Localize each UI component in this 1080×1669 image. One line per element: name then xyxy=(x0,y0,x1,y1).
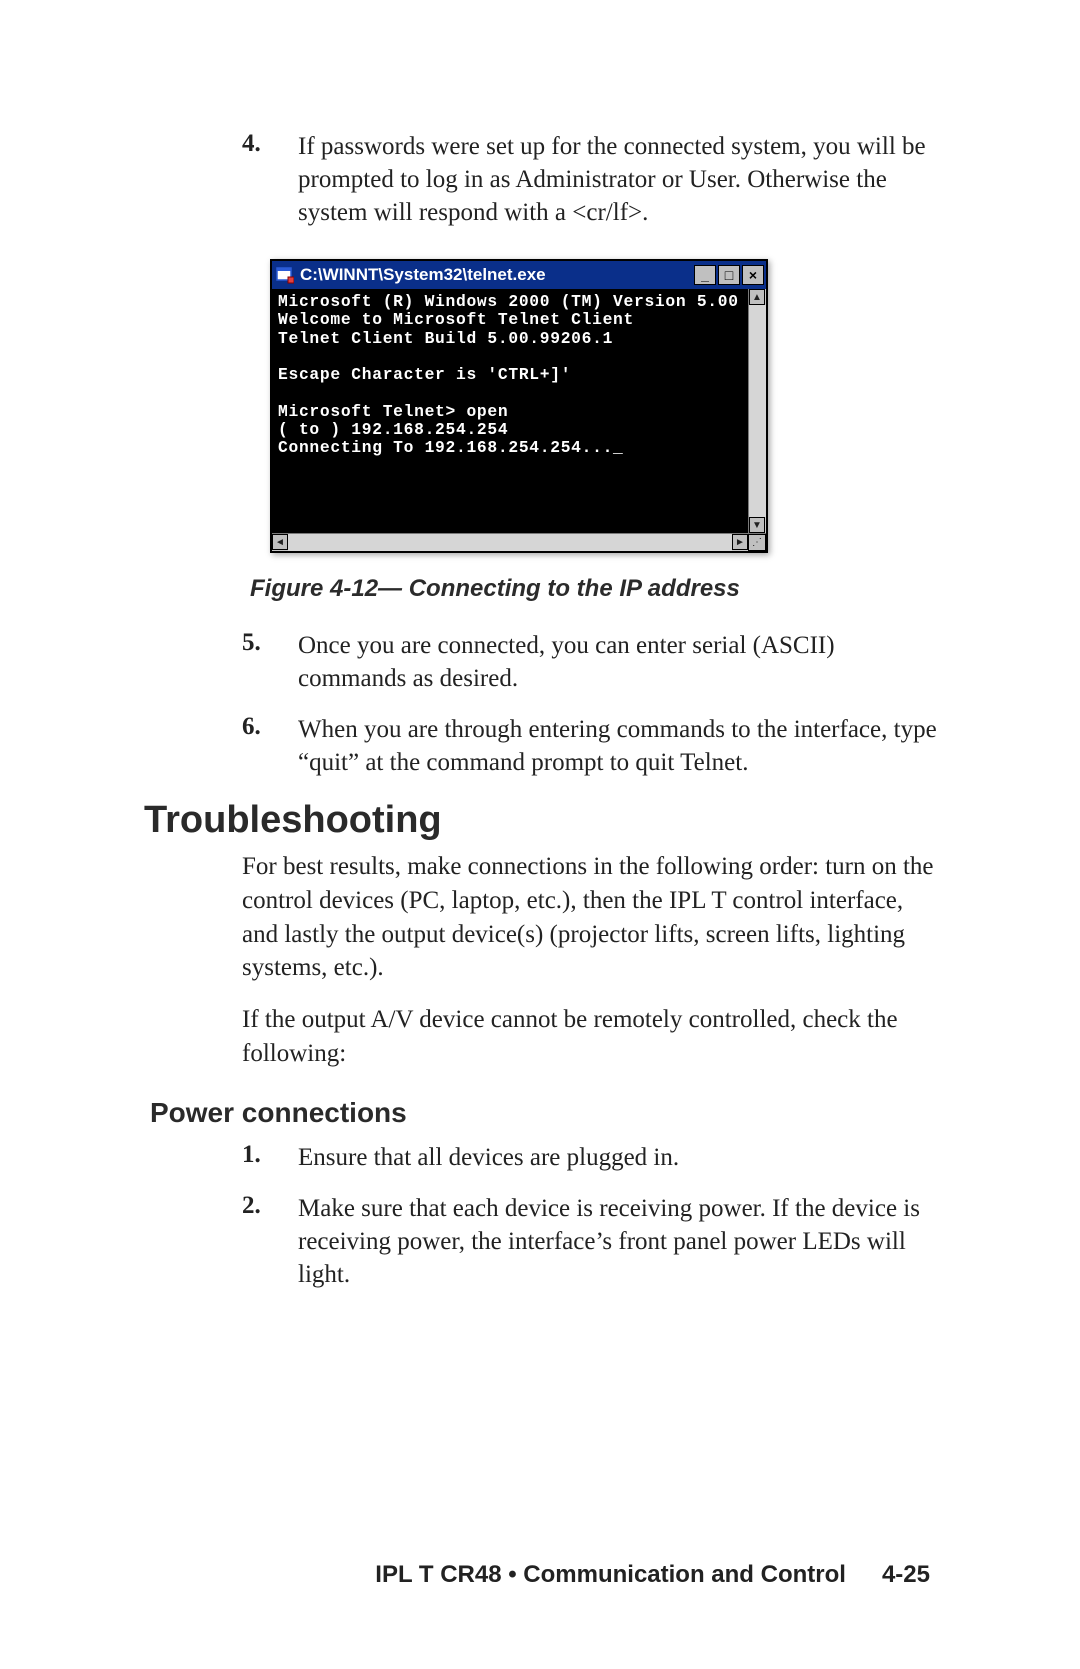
step-number: 1. xyxy=(242,1141,298,1174)
scroll-left-icon[interactable]: ◄ xyxy=(272,534,288,550)
minimize-button[interactable]: _ xyxy=(694,265,716,285)
horizontal-scrollbar[interactable]: ◄ ► ⋰ xyxy=(272,533,766,551)
footer-title: IPL T CR48 • Communication and Control xyxy=(375,1561,846,1589)
telnet-screenshot: C:\WINNT\System32\telnet.exe _ □ × Micro… xyxy=(270,259,768,553)
step-text: If passwords were set up for the connect… xyxy=(298,130,940,229)
scroll-up-icon[interactable]: ▲ xyxy=(749,289,765,305)
telnet-app-icon xyxy=(276,266,294,284)
footer-page-number: 4-25 xyxy=(882,1561,930,1589)
step-text: Ensure that all devices are plugged in. xyxy=(298,1141,940,1174)
window-titlebar: C:\WINNT\System32\telnet.exe _ □ × xyxy=(272,261,766,289)
scroll-down-icon[interactable]: ▼ xyxy=(749,517,765,533)
window-title: C:\WINNT\System32\telnet.exe xyxy=(300,265,694,285)
paragraph: For best results, make connections in th… xyxy=(242,850,940,985)
scroll-track[interactable] xyxy=(288,534,732,551)
step-number: 2. xyxy=(242,1192,298,1291)
terminal-output: Microsoft (R) Windows 2000 (TM) Version … xyxy=(276,291,764,531)
step-text: When you are through entering commands t… xyxy=(298,713,940,779)
subsection-heading-power-connections: Power connections xyxy=(150,1097,940,1129)
step-number: 5. xyxy=(242,629,298,695)
step-number: 6. xyxy=(242,713,298,779)
scroll-right-icon[interactable]: ► xyxy=(732,534,748,550)
figure-caption: Figure 4-12— Connecting to the IP addres… xyxy=(250,575,940,603)
step-number: 4. xyxy=(242,130,298,229)
close-button[interactable]: × xyxy=(742,265,764,285)
section-heading-troubleshooting: Troubleshooting xyxy=(144,799,940,842)
vertical-scrollbar[interactable]: ▲ ▼ xyxy=(748,289,766,533)
scroll-track[interactable] xyxy=(749,305,766,517)
step-text: Make sure that each device is receiving … xyxy=(298,1192,940,1291)
maximize-button[interactable]: □ xyxy=(718,265,740,285)
page-footer: IPL T CR48 • Communication and Control 4… xyxy=(0,1561,1080,1589)
paragraph: If the output A/V device cannot be remot… xyxy=(242,1003,940,1071)
resize-grip-icon[interactable]: ⋰ xyxy=(748,534,766,551)
step-text: Once you are connected, you can enter se… xyxy=(298,629,940,695)
